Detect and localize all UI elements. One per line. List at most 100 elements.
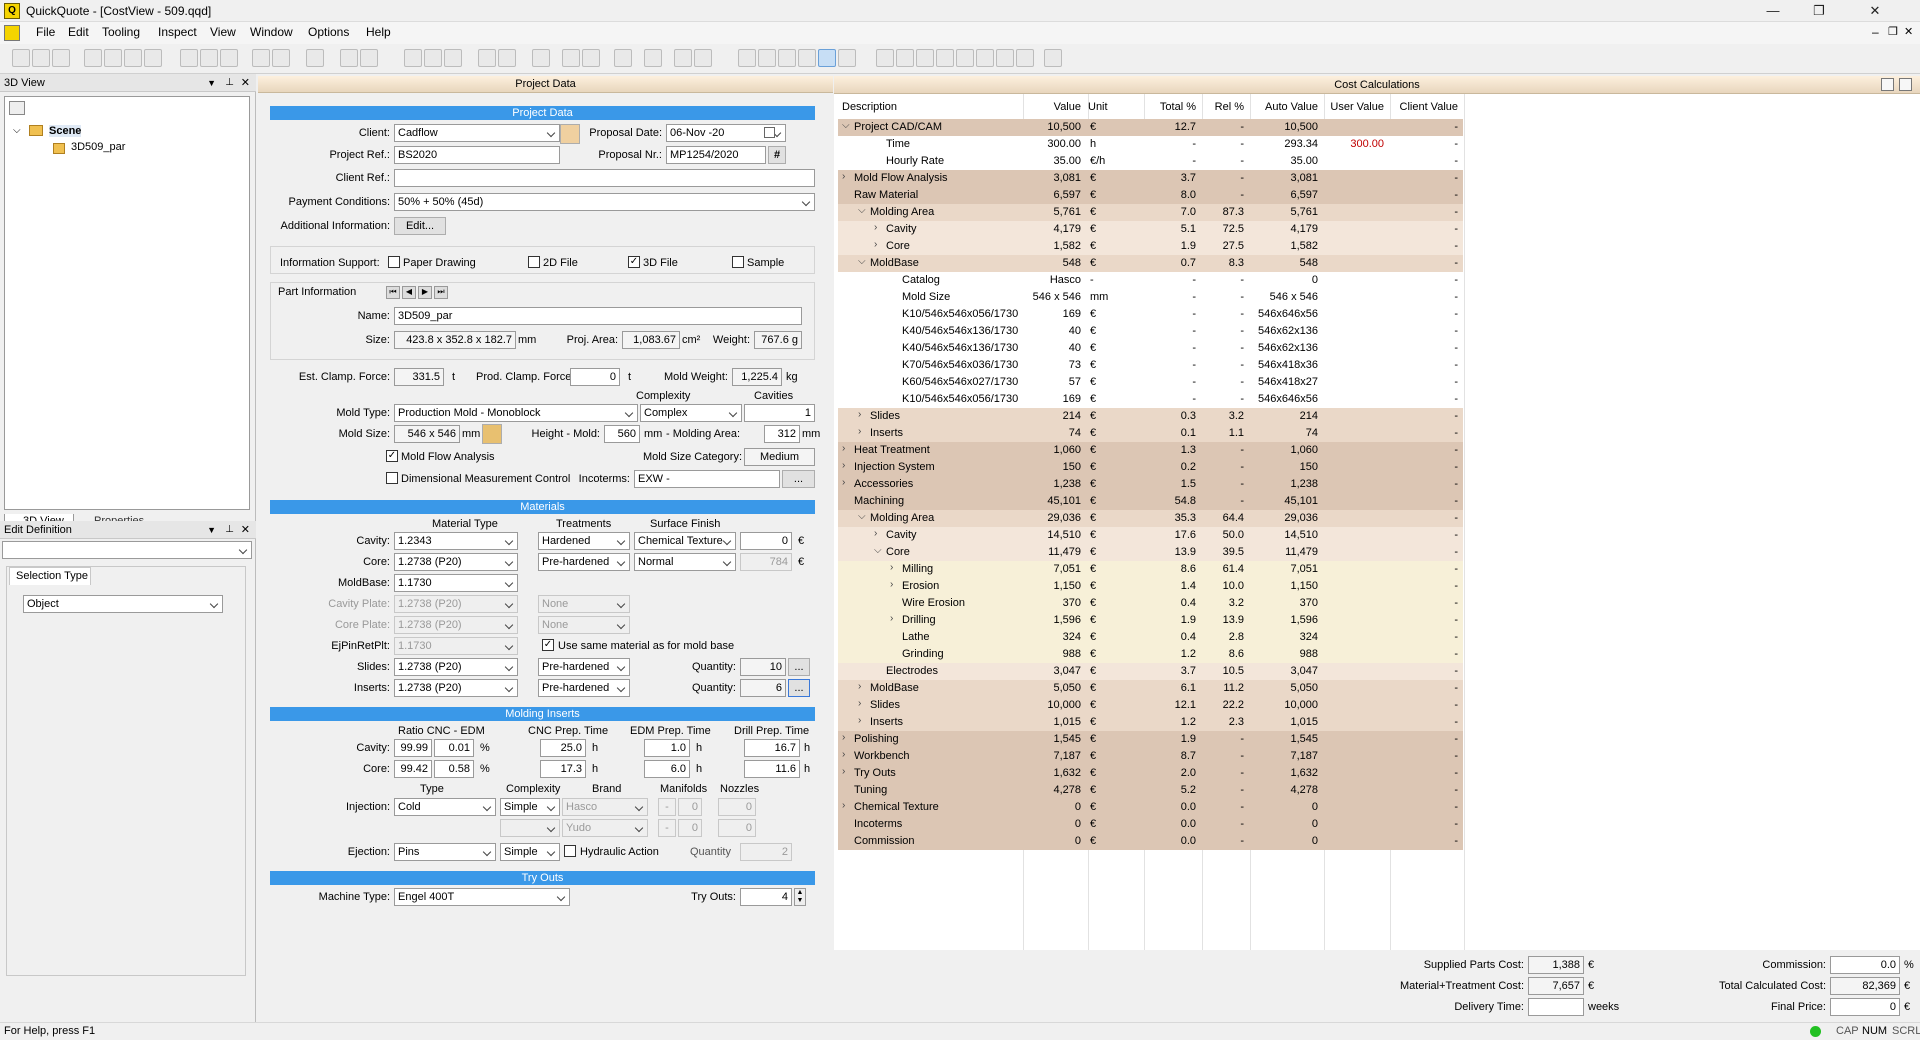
ejection-type-select[interactable]: Pins — [394, 843, 496, 861]
mold-type-select[interactable]: Production Mold - Monoblock — [394, 404, 638, 422]
same-material-checkbox[interactable]: ✓ — [542, 639, 554, 651]
selection-type-select[interactable]: Object — [23, 595, 223, 613]
cost-row[interactable]: ⌵ Project CAD/CAM 10,500 €12.7 - 10,500 - — [838, 119, 1463, 136]
cost-user-value[interactable] — [1324, 357, 1388, 374]
core-treatment-select[interactable]: Pre-hardened — [538, 553, 630, 571]
panel-close-icon[interactable]: ✕ — [241, 521, 250, 539]
inserts-material-select[interactable]: 1.2738 (P20) — [394, 679, 518, 697]
measure-icon[interactable] — [498, 49, 516, 67]
slides-material-select[interactable]: 1.2738 (P20) — [394, 658, 518, 676]
cost-client-value[interactable]: - — [1390, 170, 1462, 187]
scene-tool-icon[interactable] — [9, 101, 25, 115]
cost-row[interactable]: Mold Size 546 x 546 mm - - 546 x 546 - — [838, 289, 1463, 306]
cost-user-value[interactable] — [1324, 272, 1388, 289]
cost-client-value[interactable]: - — [1390, 187, 1462, 204]
menu-tooling[interactable]: Tooling — [96, 25, 146, 39]
cost-row[interactable]: › Workbench 7,187 €8.7 - 7,187 - — [838, 748, 1463, 765]
expand-icon[interactable]: › — [858, 715, 861, 726]
expand-icon[interactable]: › — [874, 222, 877, 233]
cost-client-value[interactable]: - — [1390, 527, 1462, 544]
cost-client-value[interactable]: - — [1390, 306, 1462, 323]
print-icon[interactable] — [252, 49, 270, 67]
cost-row[interactable]: › Try Outs 1,632 €2.0 - 1,632 - — [838, 765, 1463, 782]
cost-row[interactable]: ⌵ Molding Area 29,036 €35.3 64.4 29,036 - — [838, 510, 1463, 527]
layout-icon[interactable] — [306, 49, 324, 67]
cost-client-value[interactable]: - — [1390, 255, 1462, 272]
cost-client-value[interactable]: - — [1390, 612, 1462, 629]
zoom-icon[interactable] — [956, 49, 974, 67]
cost-user-value[interactable] — [1324, 391, 1388, 408]
cost-client-value[interactable]: - — [1390, 782, 1462, 799]
mold-size-calc-icon[interactable] — [482, 424, 502, 444]
cost-row[interactable]: K40/546x546x136/1730 40 € - - 546x62x136 - — [838, 340, 1463, 357]
cost-user-value[interactable] — [1324, 204, 1388, 221]
cost-row[interactable]: › Cavity 14,510 €17.6 50.0 14,510 - — [838, 527, 1463, 544]
prod-clamp-input[interactable]: 0 — [570, 368, 620, 386]
preview-icon[interactable] — [272, 49, 290, 67]
help-icon[interactable] — [360, 49, 378, 67]
cost-client-value[interactable]: - — [1390, 595, 1462, 612]
cost-client-value[interactable]: - — [1390, 476, 1462, 493]
cost-client-value[interactable]: - — [1390, 697, 1462, 714]
cost-client-value[interactable]: - — [1390, 289, 1462, 306]
expand-icon[interactable]: › — [858, 698, 861, 709]
col-rel-pct[interactable]: Rel % — [1202, 100, 1248, 114]
core-ratio-cnc[interactable]: 99.42 — [394, 760, 432, 778]
client-select[interactable]: Cadflow — [394, 124, 560, 142]
wire-icon[interactable] — [896, 49, 914, 67]
calendar-icon[interactable] — [764, 127, 775, 138]
molding-area-input[interactable]: 312 — [764, 425, 800, 443]
cost-user-value[interactable] — [1324, 510, 1388, 527]
cost-row[interactable]: Raw Material 6,597 €8.0 - 6,597 - — [838, 187, 1463, 204]
cavity-material-select[interactable]: 1.2343 — [394, 532, 518, 550]
cavity-ratio-cnc[interactable]: 99.99 — [394, 739, 432, 757]
cavities-input[interactable]: 1 — [744, 404, 815, 422]
commission-input[interactable]: 0.0 — [1830, 956, 1900, 974]
cost-row[interactable]: › Slides 214 €0.3 3.2 214 - — [838, 408, 1463, 425]
expand-icon[interactable]: › — [842, 732, 845, 743]
next-icon[interactable]: ▶ — [418, 286, 432, 299]
cost-client-value[interactable]: - — [1390, 663, 1462, 680]
collapse-icon[interactable]: ⌵ — [858, 256, 866, 267]
col-user-value[interactable]: User Value — [1324, 100, 1388, 114]
menu-edit[interactable]: Edit — [62, 25, 95, 39]
cost-row[interactable]: ⌵ MoldBase 548 €0.7 8.3 548 - — [838, 255, 1463, 272]
final-input[interactable]: 0 — [1830, 998, 1900, 1016]
collapse-icon[interactable]: ⌵ — [874, 545, 882, 556]
expand-icon[interactable]: › — [874, 528, 877, 539]
cost-user-value[interactable] — [1324, 170, 1388, 187]
doc-minimize-button[interactable]: – — [1872, 25, 1879, 39]
col-auto-value[interactable]: Auto Value — [1250, 100, 1322, 114]
cost-client-value[interactable]: - — [1390, 748, 1462, 765]
cost-user-value[interactable] — [1324, 221, 1388, 238]
tool-icon[interactable] — [478, 49, 496, 67]
cost-user-value[interactable] — [1324, 799, 1388, 816]
close-view-icon[interactable] — [1044, 49, 1062, 67]
core-edm-time[interactable]: 6.0 — [644, 760, 690, 778]
slides-qty-button[interactable]: ... — [788, 658, 810, 676]
copy-icon[interactable] — [200, 49, 218, 67]
cost-user-value[interactable] — [1324, 255, 1388, 272]
minimize-button[interactable]: — — [1750, 1, 1796, 21]
cost-row[interactable]: › Injection System 150 €0.2 - 150 - — [838, 459, 1463, 476]
cost-client-value[interactable]: - — [1390, 119, 1462, 136]
name-input[interactable]: 3D509_par — [394, 307, 802, 325]
panel-close-icon[interactable]: ✕ — [241, 74, 250, 92]
cost-user-value[interactable] — [1324, 476, 1388, 493]
cost-user-value[interactable] — [1324, 646, 1388, 663]
tryouts-spinner[interactable]: ▲ ▼ — [794, 888, 806, 906]
expand-icon[interactable]: › — [858, 681, 861, 692]
menu-help[interactable]: Help — [360, 25, 397, 39]
import-icon[interactable] — [84, 49, 102, 67]
cost-user-value[interactable] — [1324, 442, 1388, 459]
cost-row[interactable]: › Heat Treatment 1,060 €1.3 - 1,060 - — [838, 442, 1463, 459]
cost-user-value[interactable] — [1324, 561, 1388, 578]
cost-row[interactable]: › Cavity 4,179 €5.1 72.5 4,179 - — [838, 221, 1463, 238]
delivery-input[interactable] — [1528, 998, 1584, 1016]
cost-maximize-icon[interactable] — [1899, 78, 1912, 91]
cost-user-value[interactable] — [1324, 408, 1388, 425]
cost-user-value[interactable] — [1324, 119, 1388, 136]
cost-user-value[interactable] — [1324, 816, 1388, 833]
cost-row[interactable]: › Inserts 74 €0.1 1.1 74 - — [838, 425, 1463, 442]
cavity-cnc-time[interactable]: 25.0 — [540, 739, 586, 757]
